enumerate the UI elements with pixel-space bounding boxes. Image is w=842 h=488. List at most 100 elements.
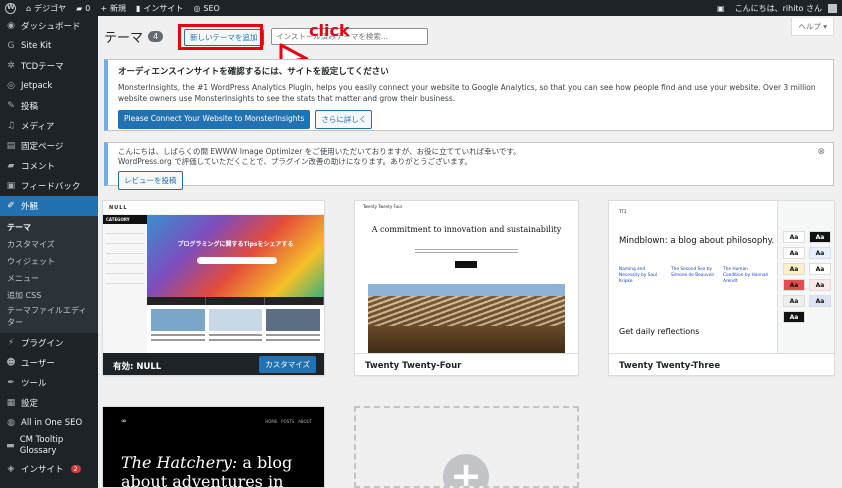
notice-text-line1: こんにちは、しばらくの間 EWWW Image Optimizer をご使用いた…	[118, 147, 521, 156]
preview-style-panel: Aa Aa Aa Aa Aa Aa Aa Aa Aa Aa Aa	[777, 201, 834, 353]
plus-icon: +	[443, 454, 489, 486]
sidebar-item-gear[interactable]: ✲ TCDテーマ	[0, 56, 98, 76]
sidebar-item-tool[interactable]: ✒ ツール	[0, 373, 98, 393]
style-swatch: Aa	[783, 247, 805, 259]
sidebar-item-media[interactable]: ♫ メディア	[0, 116, 98, 136]
home-icon: ⌂	[26, 3, 32, 13]
preview-post-1: Naming and Necessity by Saul Kripke	[619, 267, 658, 284]
theme-screenshot: TT3 Mindblown: a blog about philosophy. …	[609, 201, 834, 353]
sidebar-item-sitekit[interactable]: G Site Kit	[0, 36, 98, 56]
sidebar-item-comment[interactable]: ▰ コメント	[0, 156, 98, 176]
comments-link[interactable]: ▰ 0	[71, 0, 95, 16]
sidebar-item-label: Jetpack	[21, 81, 53, 91]
customize-button[interactable]: カスタマイズ	[259, 356, 316, 373]
preview-cards	[147, 307, 324, 353]
preview-image	[368, 284, 565, 353]
aioseo-icon: ◍	[7, 418, 15, 428]
sidebar-item-label: ツール	[21, 379, 47, 389]
highlight-box	[178, 24, 263, 50]
theme-card-twenty-twenty-four[interactable]: Twenty Twenty Four A commitment to innov…	[354, 200, 579, 376]
notice-title: オーディエンスインサイトを確認するには、サイトを設定してください	[118, 67, 389, 77]
feedback-icon: ▣	[6, 181, 16, 191]
learn-more-button[interactable]: さらに詳しく	[315, 110, 373, 129]
sidebar-item-label: インサイト	[21, 465, 64, 475]
plus-icon: +	[100, 3, 108, 13]
sidebar-item-insights[interactable]: ◈ インサイト 2	[0, 459, 98, 479]
wordpress-logo-icon[interactable]	[0, 0, 21, 16]
insights-link[interactable]: ▮ インサイト	[131, 0, 188, 16]
sidebar-item-pin[interactable]: ✎ 投稿	[0, 96, 98, 116]
preview-nav: HOME POSTS ABOUT	[265, 419, 312, 424]
tooltip-icon: ▬	[6, 440, 15, 451]
submenu-item[interactable]: テーマファイルエディター	[0, 304, 98, 330]
main-content: テーマ 4 新しいテーマを追加 ヘルプ ▾ click オーディエンスインサイト…	[98, 16, 842, 488]
theme-card-twenty-twenty-three[interactable]: TT3 Mindblown: a blog about philosophy. …	[608, 200, 835, 376]
appearance-icon: ✐	[7, 201, 15, 211]
preview-daily: Get daily reflections	[619, 327, 700, 336]
preview-sidebar: CATEGORY	[103, 215, 147, 353]
theme-card-null[interactable]: NULL CATEGORY プログラミングに関するTipsをシェアする 有効: …	[102, 200, 325, 376]
submenu-item[interactable]: メニュー	[0, 270, 98, 287]
theme-count-badge: 4	[148, 31, 164, 42]
theme-card-the-hatchery[interactable]: ∞ HOME POSTS ABOUT The Hatchery: a blog …	[102, 406, 325, 488]
sidebar-item-settings[interactable]: ▦ 設定	[0, 393, 98, 413]
style-swatch: Aa	[783, 231, 805, 243]
screen-icon[interactable]: ▣	[712, 0, 730, 16]
settings-icon: ▦	[6, 398, 16, 408]
theme-name: Twenty Twenty-Four	[355, 353, 578, 375]
preview-brand: Twenty Twenty Four	[363, 204, 403, 209]
sidebar-item-plugin[interactable]: ⚡ プラグイン	[0, 333, 98, 353]
preview-tabs	[147, 297, 324, 305]
help-tab-button[interactable]: ヘルプ ▾	[791, 18, 834, 36]
sidebar-item-page[interactable]: ▤ 固定ページ	[0, 136, 98, 156]
notification-badge: 2	[70, 465, 81, 473]
theme-name: Twenty Twenty-Three	[609, 353, 834, 375]
preview-headline: Mindblown: a blog about philosophy.	[619, 236, 775, 246]
sidebar-item-appearance[interactable]: ✐ 外観	[0, 196, 98, 216]
preview-logo: NULL	[103, 201, 324, 215]
avatar	[828, 3, 837, 13]
account-menu[interactable]: こんにちは、rihito さん	[730, 0, 842, 16]
preview-post-2: The Second Sex by Simone de Beauvoir	[671, 267, 715, 278]
ewww-review-notice: こんにちは、しばらくの間 EWWW Image Optimizer をご使用いた…	[104, 142, 834, 190]
sidebar-item-jetpack[interactable]: ◎ Jetpack	[0, 76, 98, 96]
sidebar-item-feedback[interactable]: ▣ フィードバック	[0, 176, 98, 196]
sidebar-item-dashboard[interactable]: ◉ ダッシュボード	[0, 16, 98, 36]
new-content-link[interactable]: + 新規	[95, 0, 131, 16]
submenu-item[interactable]: ウィジェット	[0, 253, 98, 270]
preview-headline: The Hatchery: a blog about adventures in	[121, 453, 293, 488]
dismiss-icon[interactable]: ⊗	[817, 147, 825, 157]
theme-screenshot: Twenty Twenty Four A commitment to innov…	[355, 201, 578, 353]
seo-link[interactable]: ◎ SEO	[188, 0, 224, 16]
sidebar-item-tooltip[interactable]: ▬ CM Tooltip Glossary	[0, 433, 98, 459]
theme-screenshot: NULL CATEGORY プログラミングに関するTipsをシェアする	[103, 201, 324, 353]
connect-website-button[interactable]: Please Connect Your Website to MonsterIn…	[118, 110, 311, 129]
preview-logo: ∞	[121, 417, 127, 425]
style-swatch: Aa	[809, 263, 831, 275]
theme-name: 有効: NULL カスタマイズ	[103, 353, 324, 375]
post-review-button[interactable]: レビューを投稿	[118, 171, 183, 190]
site-name-link[interactable]: ⌂ デジゴヤ	[21, 0, 71, 16]
sidebar-item-label: TCDテーマ	[21, 62, 64, 72]
pin-icon: ✎	[7, 101, 15, 111]
style-swatch: Aa	[783, 295, 805, 307]
submenu-item[interactable]: カスタマイズ	[0, 236, 98, 253]
bar-chart-icon: ▮	[136, 3, 141, 13]
page-title: テーマ 4	[104, 27, 164, 46]
monsterinsights-notice: オーディエンスインサイトを確認するには、サイトを設定してください Monster…	[104, 59, 834, 131]
sidebar-item-label: Site Kit	[21, 41, 52, 51]
sidebar-item-label: 投稿	[21, 102, 39, 112]
preview-headline: A commitment to innovation and sustainab…	[371, 225, 562, 234]
sidebar-item-user[interactable]: ☻ ユーザー	[0, 353, 98, 373]
sidebar-item-label: プラグイン	[21, 339, 64, 349]
add-new-theme-tile[interactable]: +	[354, 406, 579, 488]
sidebar-item-label: フィードバック	[21, 182, 81, 192]
comment-icon: ▰	[7, 161, 15, 171]
seo-icon: ◎	[193, 3, 201, 13]
sidebar-item-aioseo[interactable]: ◍ All in One SEO	[0, 413, 98, 433]
sidebar-item-label: ダッシュボード	[21, 22, 81, 32]
insights-icon: ◈	[7, 464, 15, 474]
preview-category-label: CATEGORY	[103, 215, 147, 224]
submenu-item[interactable]: 追加 CSS	[0, 287, 98, 304]
submenu-item[interactable]: テーマ	[0, 219, 98, 236]
